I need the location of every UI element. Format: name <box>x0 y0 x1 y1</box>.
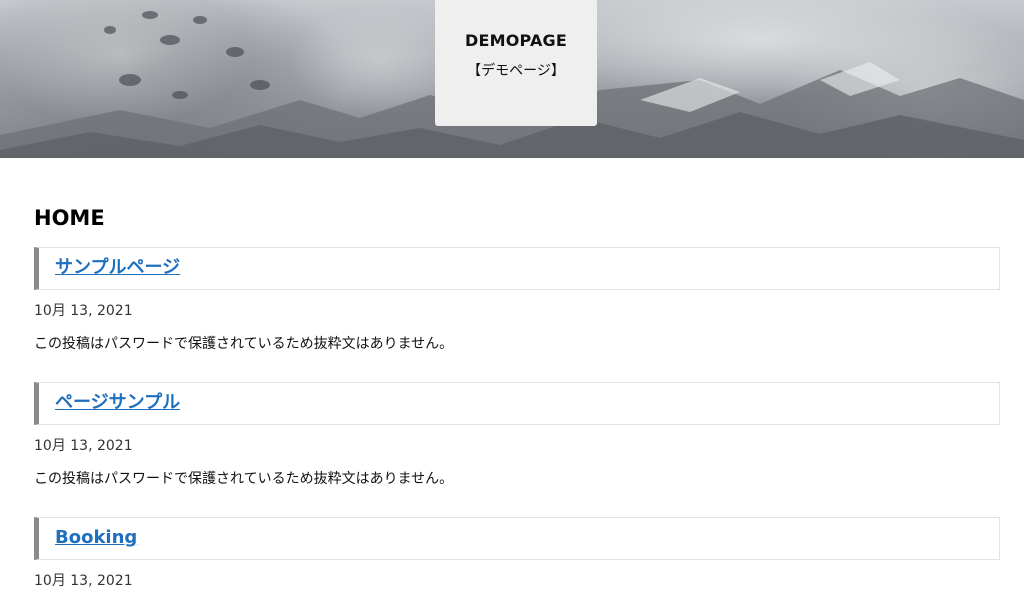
post-title-box: Booking <box>34 517 1000 560</box>
site-title[interactable]: DEMOPAGE <box>435 31 597 50</box>
post-excerpt: この投稿はパスワードで保護されているため抜粋文はありません。 <box>34 336 454 352</box>
post-excerpt: この投稿はパスワードで保護されているため抜粋文はありません。 <box>34 471 454 487</box>
header-banner: DEMOPAGE 【デモページ】 <box>0 0 1024 158</box>
post-title-box: ページサンプル <box>34 382 1000 425</box>
site-branding: DEMOPAGE 【デモページ】 <box>435 0 597 126</box>
site-tagline: 【デモページ】 <box>467 63 565 79</box>
post-title-link[interactable]: サンプルページ <box>55 248 180 289</box>
post-title-box: サンプルページ <box>34 247 1000 290</box>
post-title-link[interactable]: Booking <box>55 518 137 559</box>
post-title-link[interactable]: ページサンプル <box>55 383 180 424</box>
main-content: HOME サンプルページ 10月 13, 2021 この投稿はパスワードで保護さ… <box>34 202 1000 589</box>
post-date: 10月 13, 2021 <box>34 303 133 319</box>
post-date: 10月 13, 2021 <box>34 438 133 454</box>
post-date: 10月 13, 2021 <box>34 573 133 589</box>
page-title: HOME <box>34 206 105 230</box>
